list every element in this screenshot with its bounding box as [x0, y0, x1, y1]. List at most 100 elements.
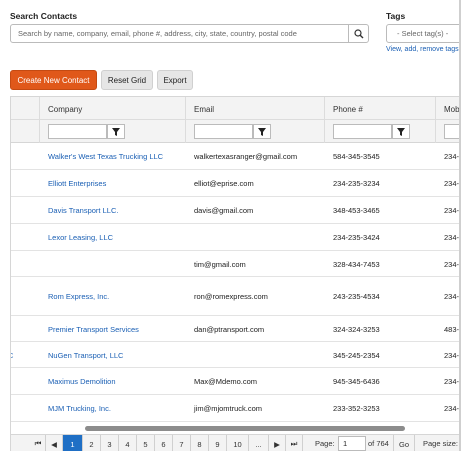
table-row[interactable]: MJM Trucking, Inc. jim@mjomtruck.com 233… — [11, 395, 461, 422]
contacts-grid: Company Email Phone # Mob Walker's West … — [10, 96, 461, 451]
table-row[interactable]: Rom Express, Inc. ron@romexpress.com 243… — [11, 277, 461, 316]
email-cell: ron@romexpress.com — [194, 292, 268, 301]
table-row[interactable]: Maximus Demolition Max@Mdemo.com 945-345… — [11, 368, 461, 395]
company-link[interactable]: Walker's West Texas Trucking LLC — [48, 152, 163, 161]
mobile-cell: 234- — [444, 292, 460, 301]
email-cell: tim@gmail.com — [194, 260, 246, 269]
email-filter-input[interactable] — [194, 124, 253, 139]
phone-cell: 345-245-2354 — [333, 351, 380, 360]
tags-label: Tags — [386, 11, 406, 21]
email-cell: walkertexasranger@gmail.com — [194, 152, 298, 161]
table-row[interactable]: Davis Transport LLC. davis@gmail.com 348… — [11, 197, 461, 224]
phone-cell: 348-453-3465 — [333, 206, 380, 215]
filter-icon — [258, 127, 266, 136]
mobile-cell: 234- — [444, 206, 460, 215]
company-link[interactable]: Lexor Leasing, LLC — [48, 233, 113, 242]
page-button[interactable]: 5 — [137, 435, 155, 451]
company-link[interactable]: Rom Express, Inc. — [48, 292, 109, 301]
page-number-input[interactable]: 1 — [338, 436, 366, 451]
search-button[interactable] — [348, 25, 368, 42]
column-divider — [435, 97, 436, 143]
row-prefix-cell: C — [11, 351, 13, 360]
search-field — [10, 24, 369, 43]
company-link[interactable]: Maximus Demolition — [48, 377, 116, 386]
column-header-phone[interactable]: Phone # — [333, 105, 363, 114]
reset-grid-button[interactable]: Reset Grid — [101, 70, 153, 90]
column-divider — [185, 97, 186, 143]
email-filter-button[interactable] — [253, 124, 271, 139]
company-link[interactable]: Elliott Enterprises — [48, 179, 106, 188]
page-button-active[interactable]: 1 — [63, 435, 83, 451]
company-link[interactable]: NuGen Transport, LLC — [48, 351, 123, 360]
mobile-cell: 234- — [444, 152, 460, 161]
table-row[interactable]: tim@gmail.com 328-434-7453 234- — [11, 251, 461, 277]
phone-cell: 945-345-6436 — [333, 377, 380, 386]
mobile-cell: 234- — [444, 351, 460, 360]
tags-select[interactable]: - Select tag(s) - — [386, 24, 461, 43]
go-button[interactable]: Go — [393, 435, 415, 451]
page-button[interactable]: 7 — [173, 435, 191, 451]
column-divider — [39, 97, 40, 143]
page-button[interactable]: 6 — [155, 435, 173, 451]
company-filter-button[interactable] — [107, 124, 125, 139]
filter-icon — [112, 127, 120, 136]
mobile-cell: 483- — [444, 325, 460, 334]
grid-filter-row — [11, 120, 461, 143]
page-button[interactable]: 3 — [101, 435, 119, 451]
page-button[interactable]: 8 — [191, 435, 209, 451]
company-link[interactable]: Davis Transport LLC. — [48, 206, 118, 215]
phone-cell: 234-235-3234 — [333, 179, 380, 188]
page-button[interactable]: 9 — [209, 435, 227, 451]
table-row[interactable]: C NuGen Transport, LLC 345-245-2354 234- — [11, 342, 461, 368]
page-button[interactable]: 10 — [227, 435, 249, 451]
company-filter-input[interactable] — [48, 124, 107, 139]
mobile-cell: 234- — [444, 179, 460, 188]
table-row[interactable]: Elliott Enterprises elliot@eprise.com 23… — [11, 170, 461, 197]
column-divider — [324, 97, 325, 143]
grid-body: Walker's West Texas Trucking LLC walkert… — [11, 143, 461, 427]
phone-filter-button[interactable] — [392, 124, 410, 139]
email-cell: dan@ptransport.com — [194, 325, 265, 334]
company-link[interactable]: Premier Transport Services — [48, 325, 139, 334]
page-size-label: Page size: — [423, 439, 459, 448]
page-count-label: of 764 — [368, 439, 389, 448]
page-button[interactable]: 4 — [119, 435, 137, 451]
pagination-bar: ⏮ ◀ 1 2 3 4 5 6 7 8 9 10 ... ▶ ⏭ Page: 1… — [11, 434, 461, 451]
mobile-cell: 234- — [444, 377, 460, 386]
search-label: Search Contacts — [10, 11, 78, 21]
phone-cell: 234-235-3424 — [333, 233, 380, 242]
create-contact-button[interactable]: Create New Contact — [10, 70, 97, 90]
email-cell: davis@gmail.com — [194, 206, 254, 215]
filter-icon — [397, 127, 405, 136]
phone-filter-input[interactable] — [333, 124, 392, 139]
company-link[interactable]: MJM Trucking, Inc. — [48, 404, 111, 413]
mobile-cell: 234- — [444, 404, 460, 413]
page-button[interactable]: 2 — [83, 435, 101, 451]
export-button[interactable]: Export — [157, 70, 193, 90]
phone-cell: 233-352-3253 — [333, 404, 380, 413]
more-pages-button[interactable]: ... — [249, 435, 269, 451]
first-page-button[interactable]: ⏮ — [31, 435, 46, 451]
search-icon — [353, 28, 363, 38]
phone-cell: 324-324-3253 — [333, 325, 380, 334]
search-input[interactable] — [11, 25, 349, 42]
contacts-page: Search Contacts Tags - Select tag(s) - V… — [0, 0, 461, 451]
column-header-mobile[interactable]: Mob — [444, 105, 460, 114]
manage-tags-link[interactable]: View, add, remove tags — [386, 46, 459, 53]
email-cell: jim@mjomtruck.com — [194, 404, 263, 413]
phone-cell: 328-434-7453 — [333, 260, 380, 269]
next-page-button[interactable]: ▶ — [269, 435, 286, 451]
mobile-cell: 234- — [444, 260, 460, 269]
column-header-company[interactable]: Company — [48, 105, 82, 114]
mobile-cell: 234- — [444, 233, 460, 242]
phone-cell: 243-235-4534 — [333, 292, 380, 301]
prev-page-button[interactable]: ◀ — [46, 435, 63, 451]
email-cell: elliot@eprise.com — [194, 179, 254, 188]
table-row[interactable]: Premier Transport Services dan@ptranspor… — [11, 316, 461, 342]
email-cell: Max@Mdemo.com — [194, 377, 258, 386]
horizontal-scrollbar[interactable] — [85, 426, 405, 431]
column-header-email[interactable]: Email — [194, 105, 214, 114]
last-page-button[interactable]: ⏭ — [286, 435, 303, 451]
table-row[interactable]: Walker's West Texas Trucking LLC walkert… — [11, 143, 461, 170]
table-row[interactable]: Lexor Leasing, LLC 234-235-3424 234- — [11, 224, 461, 251]
